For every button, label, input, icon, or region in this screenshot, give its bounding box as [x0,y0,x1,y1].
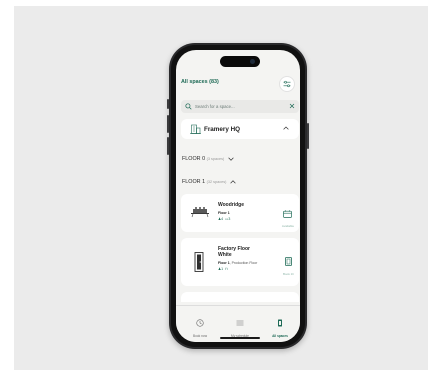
floor-label: FLOOR 1 [182,179,206,185]
list-icon [236,320,244,326]
chevron-up-icon [230,179,236,184]
space-card-factory-floor-white[interactable]: Factory Floor White Floor 1, Production … [181,238,299,286]
background-canvas: All spaces (83) Search for a space... Fr… [14,6,428,370]
search-placeholder: Search for a space... [195,103,235,109]
tab-my-schedule[interactable]: My schedule [220,314,260,338]
space-name: Factory Floor White [218,246,250,258]
phone-mockup: All spaces (83) Search for a space... Fr… [167,43,309,349]
space-floor-detail: , Production Floor [229,261,258,265]
filter-button[interactable] [279,76,295,92]
phone-side-button [307,123,309,149]
phone-frame: All spaces (83) Search for a space... Fr… [171,45,305,347]
floor-space-count: (32 spaces) [206,180,227,184]
tab-label: Book now [193,334,207,338]
space-card-partial[interactable] [181,292,299,302]
floor-space-count: (3 spaces) [206,157,225,161]
location-name: Framery HQ [204,125,241,133]
chevron-down-icon [228,157,234,161]
camera-icon [250,59,255,64]
tab-all-spaces[interactable]: All spaces [260,314,300,338]
phone-side-button [167,137,169,155]
space-floor-label: Floor 1 [218,211,230,215]
location-selector[interactable]: Framery HQ [181,119,299,139]
dynamic-island [220,56,260,67]
space-floor: Floor 1, Production Floor [218,261,257,265]
door-icon: ⊓ [225,267,228,271]
pod-icon [285,257,292,266]
space-meta: ♟4 ▭3 [218,217,230,221]
home-indicator [220,337,260,339]
space-floor: Floor 1 [218,211,230,215]
space-amenity: 3 [228,217,231,221]
filter-sliders-icon [283,80,291,88]
space-status[interactable]: Book 1h [283,253,294,276]
calendar-icon [283,210,293,218]
floor-1-toggle[interactable]: FLOOR 1 (32 spaces) [182,179,236,185]
page-title: All spaces (83) [181,79,219,85]
clock-icon [196,319,204,327]
status-label: Book 1h [282,272,294,276]
space-capacity: 1 [221,267,224,271]
space-capacity: 4 [221,217,224,221]
status-label: Available [281,224,294,228]
space-name-line: White [218,252,232,258]
clear-search-icon[interactable] [289,103,295,109]
phone-side-button [167,115,169,133]
search-input[interactable]: Search for a space... [181,100,299,113]
floor-label: FLOOR 0 [182,156,206,162]
space-meta: ♟1 ⊓ [218,267,228,271]
space-name: Woodridge [218,202,245,208]
search-icon [185,103,192,110]
app-screen: All spaces (83) Search for a space... Fr… [176,50,300,342]
space-card-woodridge[interactable]: Woodridge Floor 1 ♟4 ▭3 Available [181,194,299,232]
bottom-tab-bar: Book now My schedule All spaces [176,305,300,342]
tab-book-now[interactable]: Book now [180,314,220,338]
space-floor-label: Floor 1 [218,261,230,265]
chevron-up-icon [283,126,289,130]
phone-side-button [167,99,169,109]
app-header: All spaces (83) [181,76,295,92]
floor-0-toggle[interactable]: FLOOR 0 (3 spaces) [182,156,234,162]
space-status: Available [282,205,294,228]
space-thumbnail [191,207,209,218]
pod-icon [278,319,282,327]
space-thumbnail [194,252,204,272]
building-icon [190,124,201,134]
tab-label: All spaces [272,334,288,338]
